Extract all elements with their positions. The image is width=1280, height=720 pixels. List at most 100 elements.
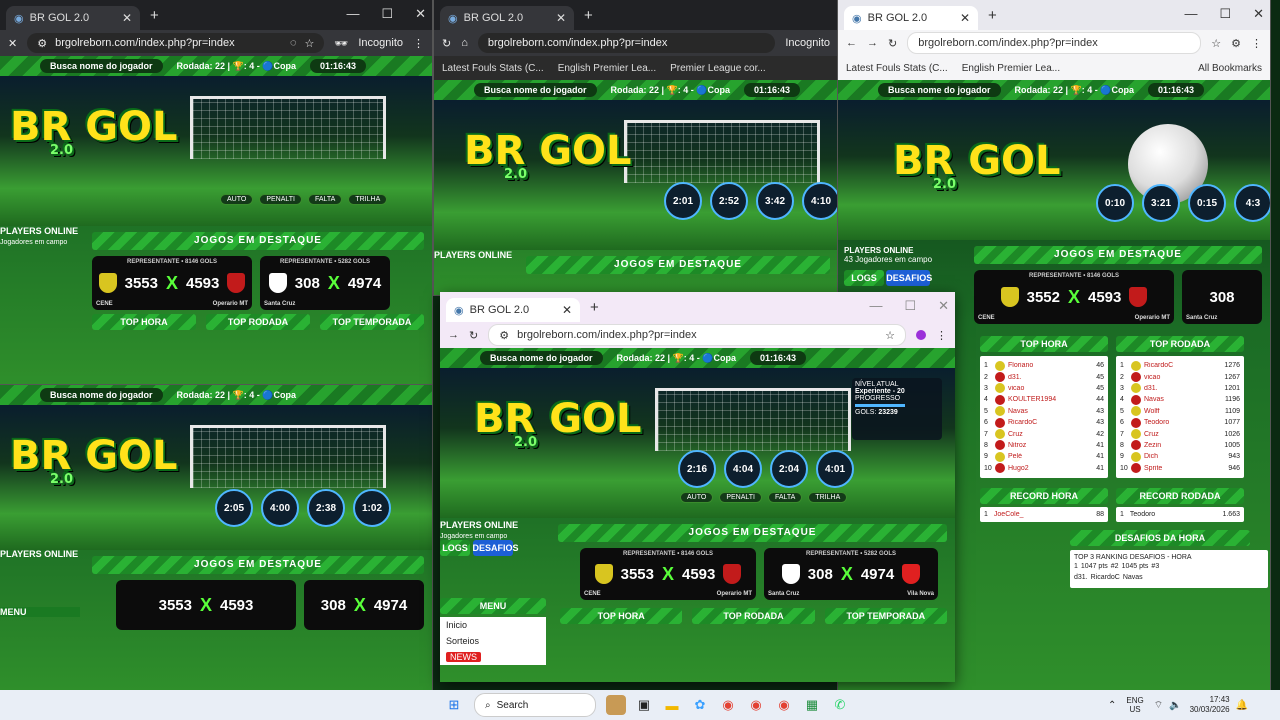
widget-icon[interactable]	[606, 695, 626, 715]
menu-dots-icon[interactable]: ⋮	[1251, 37, 1262, 50]
menu-item-sorteios[interactable]: Sorteios	[440, 633, 546, 649]
record-rodada-button[interactable]: RECORD RODADA	[1116, 487, 1244, 504]
top-temporada-button[interactable]: TOP TEMPORADA	[824, 608, 947, 624]
desafios-button[interactable]: DESAFIOS	[886, 270, 932, 286]
player-name[interactable]: Cruz	[1008, 431, 1075, 438]
player-search[interactable]: Busca nome do jogador	[40, 388, 163, 402]
bookmark[interactable]: Premier League cor...	[670, 63, 766, 74]
mode-auto[interactable]: AUTO	[220, 194, 254, 205]
bookmark-star-icon[interactable]: ☆	[1211, 37, 1221, 50]
player-name[interactable]: Hugo2	[1008, 465, 1075, 472]
match-card[interactable]: REPRESENTANTE • 8146 GOLS 3553 X 4593 CENE Op…	[92, 256, 252, 310]
player-name[interactable]: Wolff	[1144, 408, 1211, 415]
logs-button[interactable]: LOGS	[844, 270, 884, 286]
new-tab-icon[interactable]: +	[584, 7, 593, 24]
new-tab-icon[interactable]: +	[590, 299, 599, 316]
bookmark[interactable]: Latest Fouls Stats (C...	[846, 63, 948, 74]
notification-icon[interactable]: 🔔	[1236, 700, 1248, 711]
all-bookmarks[interactable]: All Bookmarks	[1198, 63, 1262, 74]
forward-icon[interactable]: →	[867, 37, 878, 49]
maximize-icon[interactable]: ☐	[1219, 6, 1231, 22]
browser-tab[interactable]: ◉ BR GOL 2.0 ✕	[6, 6, 140, 30]
new-tab-icon[interactable]: +	[988, 7, 997, 24]
close-icon[interactable]: ✕	[8, 37, 17, 50]
player-name[interactable]: Teodoro	[1144, 419, 1211, 426]
desafios-hora-button[interactable]: DESAFIOS DA HORA	[1070, 529, 1250, 546]
clock-date[interactable]: 17:43 30/03/2026	[1190, 695, 1230, 715]
profile-avatar[interactable]	[916, 330, 926, 340]
player-name[interactable]: vicao	[1144, 374, 1211, 381]
eye-off-icon[interactable]: ◌	[290, 37, 297, 49]
chrome-icon[interactable]: ◉	[774, 695, 794, 715]
close-tab-icon[interactable]: ✕	[556, 11, 566, 25]
top-rodada-button[interactable]: TOP RODADA	[206, 314, 310, 330]
mode-penalti[interactable]: PENALTI	[259, 194, 302, 205]
player-name[interactable]: RicardoC	[1144, 362, 1211, 369]
mode-auto[interactable]: AUTO	[680, 492, 714, 503]
site-info-icon[interactable]: ⚙	[37, 37, 47, 50]
menu-dots-icon[interactable]: ⋮	[413, 37, 424, 50]
menu-item-news[interactable]: NEWS	[440, 649, 546, 665]
top-rodada-button[interactable]: TOP RODADA	[1116, 336, 1244, 352]
player-search[interactable]: Busca nome do jogador	[878, 83, 1001, 97]
network-icon[interactable]: ⌔	[1154, 699, 1163, 712]
address-bar[interactable]: ⚙ brgolreborn.com/index.php?pr=index ☆	[488, 324, 906, 346]
close-tab-icon[interactable]: ✕	[960, 11, 970, 25]
bookmark-star-icon[interactable]: ☆	[305, 37, 315, 50]
mode-penalti[interactable]: PENALTI	[719, 492, 762, 503]
reload-icon[interactable]: ↻	[442, 37, 451, 50]
player-name[interactable]: Zezin	[1144, 442, 1211, 449]
maximize-icon[interactable]: ☐	[381, 6, 393, 22]
close-tab-icon[interactable]: ✕	[122, 11, 132, 25]
player-name[interactable]: Dich	[1144, 453, 1211, 460]
logs-button[interactable]: LOGS	[440, 540, 470, 556]
player-name[interactable]: Navas	[1008, 408, 1075, 415]
minimize-icon[interactable]: —	[1184, 6, 1197, 22]
browser-tab[interactable]: ◉ BR GOL 2.0 ✕	[440, 6, 574, 30]
address-bar[interactable]: brgolreborn.com/index.php?pr=index	[477, 33, 776, 53]
maximize-icon[interactable]: ☐	[904, 298, 916, 314]
top-hora-button[interactable]: TOP HORA	[560, 608, 683, 624]
desafios-button[interactable]: DESAFIOS	[472, 540, 519, 556]
minimize-icon[interactable]: —	[346, 6, 359, 22]
mode-trilha[interactable]: TRILHA	[348, 194, 388, 205]
volume-icon[interactable]: 🔈	[1169, 700, 1181, 711]
reload-icon[interactable]: ↻	[888, 37, 897, 50]
record-hora-button[interactable]: RECORD HORA	[980, 487, 1108, 504]
player-search[interactable]: Busca nome do jogador	[474, 83, 597, 97]
minimize-icon[interactable]: —	[869, 298, 882, 314]
match-card[interactable]: 308 X 4974	[304, 580, 424, 630]
language-indicator[interactable]: ENG US	[1126, 696, 1143, 714]
top-temporada-button[interactable]: TOP TEMPORADA	[320, 314, 424, 330]
top-hora-button[interactable]: TOP HORA	[980, 336, 1108, 352]
match-card[interactable]: REPRESENTANTE • 5282 GOLS 308 X 4974 Santa C…	[260, 256, 390, 310]
copilot-icon[interactable]: ✿	[690, 695, 710, 715]
close-tab-icon[interactable]: ✕	[562, 303, 572, 317]
match-card[interactable]: 3553 X 4593	[116, 580, 296, 630]
bookmark-star-icon[interactable]: ☆	[885, 329, 895, 342]
menu-dots-icon[interactable]: ⋮	[936, 329, 947, 342]
address-bar[interactable]: brgolreborn.com/index.php?pr=index	[907, 32, 1202, 54]
browser-tab[interactable]: ◉ BR GOL 2.0 ✕	[446, 298, 580, 322]
bookmark[interactable]: English Premier Lea...	[558, 63, 656, 74]
windows-start-icon[interactable]: ⊞	[444, 695, 464, 715]
bookmark[interactable]: English Premier Lea...	[962, 63, 1060, 74]
player-name[interactable]: KOULTER1994	[1008, 396, 1075, 403]
task-view-icon[interactable]: ▣	[634, 695, 654, 715]
home-icon[interactable]: ⌂	[461, 37, 468, 49]
site-info-icon[interactable]: ⚙	[499, 329, 509, 342]
match-card[interactable]: 308 Santa Cruz	[1182, 270, 1262, 324]
whatsapp-icon[interactable]: ✆	[830, 695, 850, 715]
top-hora-button[interactable]: TOP HORA	[92, 314, 196, 330]
new-tab-icon[interactable]: +	[150, 7, 159, 24]
app-icon[interactable]: ▦	[802, 695, 822, 715]
player-name[interactable]: Floriano	[1008, 362, 1075, 369]
player-name[interactable]: Sprite	[1144, 465, 1211, 472]
player-name[interactable]: vicao	[1008, 385, 1075, 392]
back-icon[interactable]: ←	[846, 37, 857, 49]
extensions-icon[interactable]: ⚙	[1231, 37, 1241, 50]
top-rodada-button[interactable]: TOP RODADA	[692, 608, 815, 624]
menu-item-inicio[interactable]: Inicio	[440, 617, 546, 633]
file-explorer-icon[interactable]: ▬	[662, 695, 682, 715]
player-search[interactable]: Busca nome do jogador	[40, 59, 163, 73]
